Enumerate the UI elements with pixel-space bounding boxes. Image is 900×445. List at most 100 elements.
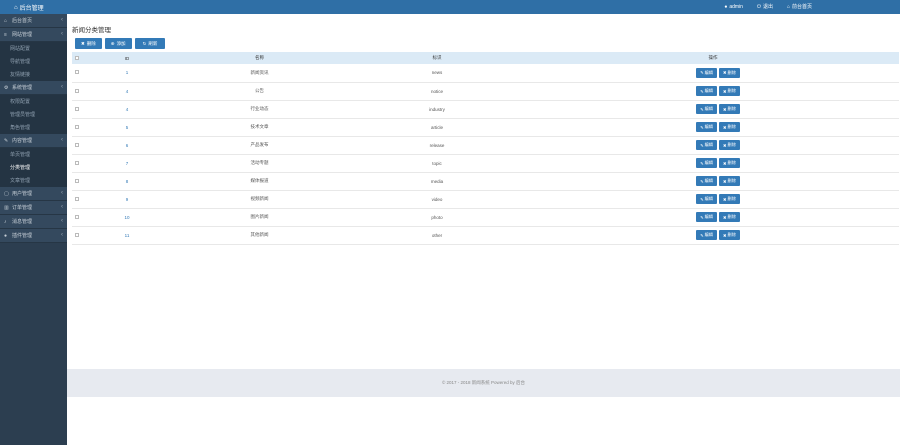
row-name: 新闻资讯 [172, 64, 347, 83]
row-name: 图片新闻 [172, 208, 347, 227]
row-id-link[interactable]: 9 [126, 197, 129, 202]
close-icon: ✖ [723, 178, 727, 184]
row-select[interactable] [72, 136, 82, 155]
nav-frontend[interactable]: ⌂ 前台首页 [787, 3, 812, 11]
delete-button[interactable]: ✖ 删除 [75, 38, 102, 49]
row-select[interactable] [72, 190, 82, 209]
add-button-label: 添加 [116, 40, 126, 46]
bell-icon: ♪ [4, 218, 7, 225]
edit-button[interactable]: ✎ 编辑 [696, 230, 717, 240]
sidebar-item[interactable]: 网站配置 [0, 42, 67, 55]
delete-row-button[interactable]: ✖ 删除 [719, 140, 740, 150]
checkbox[interactable] [75, 178, 79, 183]
delete-row-button[interactable]: ✖ 删除 [719, 122, 740, 132]
edit-button[interactable]: ✎ 编辑 [696, 104, 717, 114]
row-actions: ✎ 编辑 ✖ 删除 [527, 136, 899, 155]
row-id-link[interactable]: 8 [126, 179, 129, 184]
delete-row-button[interactable]: ✖ 删除 [719, 194, 740, 204]
row-id-link[interactable]: 4 [126, 89, 129, 94]
sidebar-item[interactable]: 管理员管理 [0, 108, 67, 121]
edit-icon: ✎ [700, 142, 704, 148]
checkbox[interactable] [75, 214, 79, 219]
row-name: 产品发布 [172, 136, 347, 155]
checkbox[interactable] [75, 106, 79, 111]
row-id-link[interactable]: 6 [126, 143, 129, 148]
row-key: media [347, 172, 527, 191]
row-id-link[interactable]: 4 [126, 107, 129, 112]
sidebar-group[interactable]: ▥ 订单管理 ‹ [0, 201, 67, 215]
edit-button[interactable]: ✎ 编辑 [696, 67, 717, 78]
brand-logo[interactable]: ⌂ 后台管理 [14, 3, 44, 13]
header-select-all[interactable] [72, 52, 82, 64]
checkbox[interactable] [75, 55, 79, 60]
chevron-left-icon: ‹ [61, 17, 63, 23]
row-id-link[interactable]: 11 [125, 233, 130, 238]
sidebar-item[interactable]: 友情链接 [0, 68, 67, 81]
delete-row-label: 删除 [727, 124, 736, 129]
delete-row-button[interactable]: ✖ 删除 [719, 176, 740, 186]
sidebar-item[interactable]: 分类管理 [0, 161, 67, 174]
table-row: 9 视频新闻 video ✎ 编辑 ✖ 删除 [72, 190, 899, 209]
row-name: 视频新闻 [172, 190, 347, 209]
edit-button[interactable]: ✎ 编辑 [696, 86, 717, 96]
row-select[interactable] [72, 172, 82, 191]
header-name: 名称 [172, 52, 347, 64]
delete-row-button[interactable]: ✖ 删除 [719, 104, 740, 114]
delete-row-button[interactable]: ✖ 删除 [719, 212, 740, 222]
delete-row-button[interactable]: ✖ 删除 [719, 86, 740, 96]
nav-user[interactable]: ● admin [724, 3, 743, 10]
checkbox[interactable] [75, 232, 79, 237]
row-select[interactable] [72, 226, 82, 245]
checkbox[interactable] [75, 70, 79, 75]
refresh-button-label: 刷新 [148, 40, 158, 46]
row-id-link[interactable]: 10 [124, 215, 129, 220]
edit-button[interactable]: ✎ 编辑 [696, 212, 717, 222]
row-select[interactable] [72, 208, 82, 227]
delete-row-button[interactable]: ✖ 删除 [719, 158, 740, 168]
chart-icon: ▥ [4, 204, 9, 211]
checkbox[interactable] [75, 124, 79, 129]
row-id-link[interactable]: 5 [126, 125, 129, 130]
sidebar-item[interactable]: 权限配置 [0, 95, 67, 108]
row-select[interactable] [72, 64, 82, 83]
home-icon: ⌂ [14, 4, 18, 11]
sidebar-group[interactable]: ≡ 网站管理 ‹ [0, 28, 67, 42]
sidebar-group[interactable]: ⌂ 后台首页 ‹ [0, 14, 67, 28]
delete-row-button[interactable]: ✖ 删除 [719, 67, 740, 78]
sidebar-item[interactable]: 导航管理 [0, 55, 67, 68]
edit-button[interactable]: ✎ 编辑 [696, 122, 717, 132]
sidebar-group[interactable]: ▢ 用户管理 ‹ [0, 187, 67, 201]
edit-button[interactable]: ✎ 编辑 [696, 176, 717, 186]
sidebar-item[interactable]: 文章管理 [0, 174, 67, 187]
delete-row-button[interactable]: ✖ 删除 [719, 230, 740, 240]
row-select[interactable] [72, 118, 82, 137]
user-icon: ● [4, 232, 8, 239]
row-select[interactable] [72, 100, 82, 119]
edit-icon: ✎ [700, 88, 704, 94]
checkbox[interactable] [75, 88, 79, 93]
sidebar-group[interactable]: ⚙ 系统管理 ‹ [0, 81, 67, 95]
row-key: photo [347, 208, 527, 227]
close-icon: ✖ [723, 214, 727, 220]
sidebar-item[interactable]: 单页管理 [0, 148, 67, 161]
sidebar-group[interactable]: ● 插件管理 ‹ [0, 229, 67, 243]
checkbox[interactable] [75, 196, 79, 201]
refresh-button[interactable]: ↻ 刷新 [134, 38, 166, 49]
edit-button[interactable]: ✎ 编辑 [696, 140, 717, 150]
sidebar-item[interactable]: 角色管理 [0, 121, 67, 134]
row-id-link[interactable]: 1 [126, 70, 129, 75]
add-button[interactable]: ⊕ 添加 [104, 38, 132, 49]
edit-icon: ✎ [700, 70, 704, 76]
checkbox[interactable] [75, 160, 79, 165]
nav-logout[interactable]: ⏻ 退出 [757, 3, 773, 11]
row-id-link[interactable]: 7 [126, 161, 129, 166]
header-key: 标识 [347, 52, 527, 64]
sidebar-group[interactable]: ✎ 内容管理 ‹ [0, 134, 67, 148]
edit-button[interactable]: ✎ 编辑 [696, 158, 717, 168]
checkbox[interactable] [75, 142, 79, 147]
sidebar-group[interactable]: ♪ 消息管理 ‹ [0, 215, 67, 229]
row-select[interactable] [72, 82, 82, 101]
row-actions: ✎ 编辑 ✖ 删除 [527, 208, 899, 227]
row-select[interactable] [72, 154, 82, 173]
edit-button[interactable]: ✎ 编辑 [696, 194, 717, 204]
